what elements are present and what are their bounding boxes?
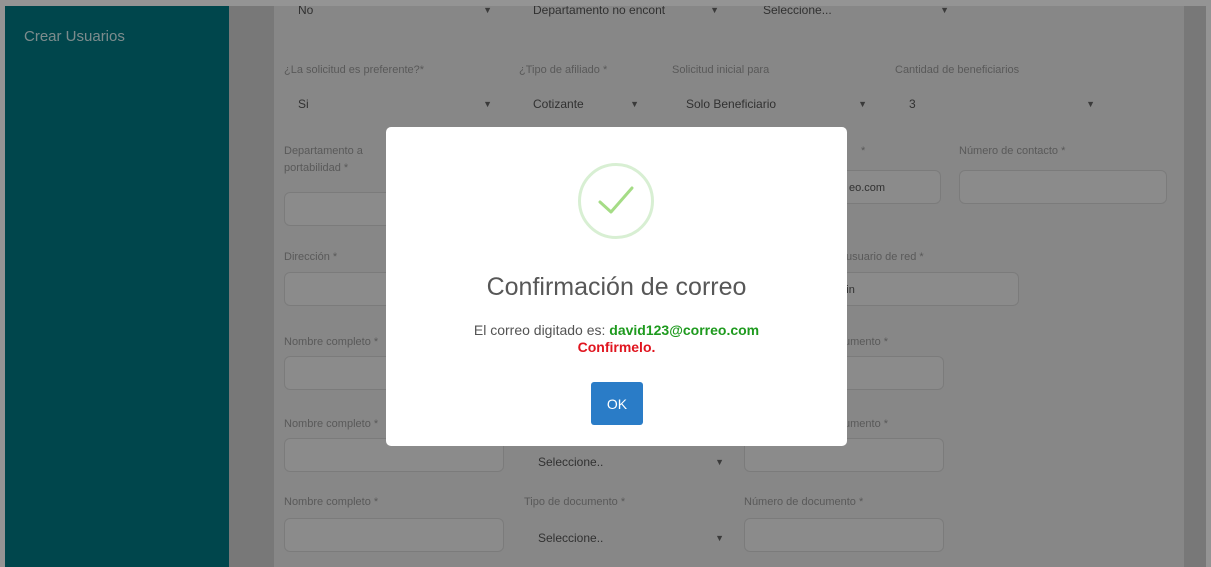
success-icon [578,163,654,239]
confirmation-modal: Confirmación de correo El correo digitad… [386,127,847,446]
checkmark-icon [598,186,634,214]
modal-title: Confirmación de correo [486,273,747,301]
modal-body-prefix: El correo digitado es: [473,322,606,338]
ok-button[interactable]: OK [591,382,643,425]
modal-confirm-text: Confirmelo. [577,339,656,355]
modal-email: david123@correo.com [609,322,760,338]
modal-body: El correo digitado es: david123@correo.c… [386,322,847,356]
